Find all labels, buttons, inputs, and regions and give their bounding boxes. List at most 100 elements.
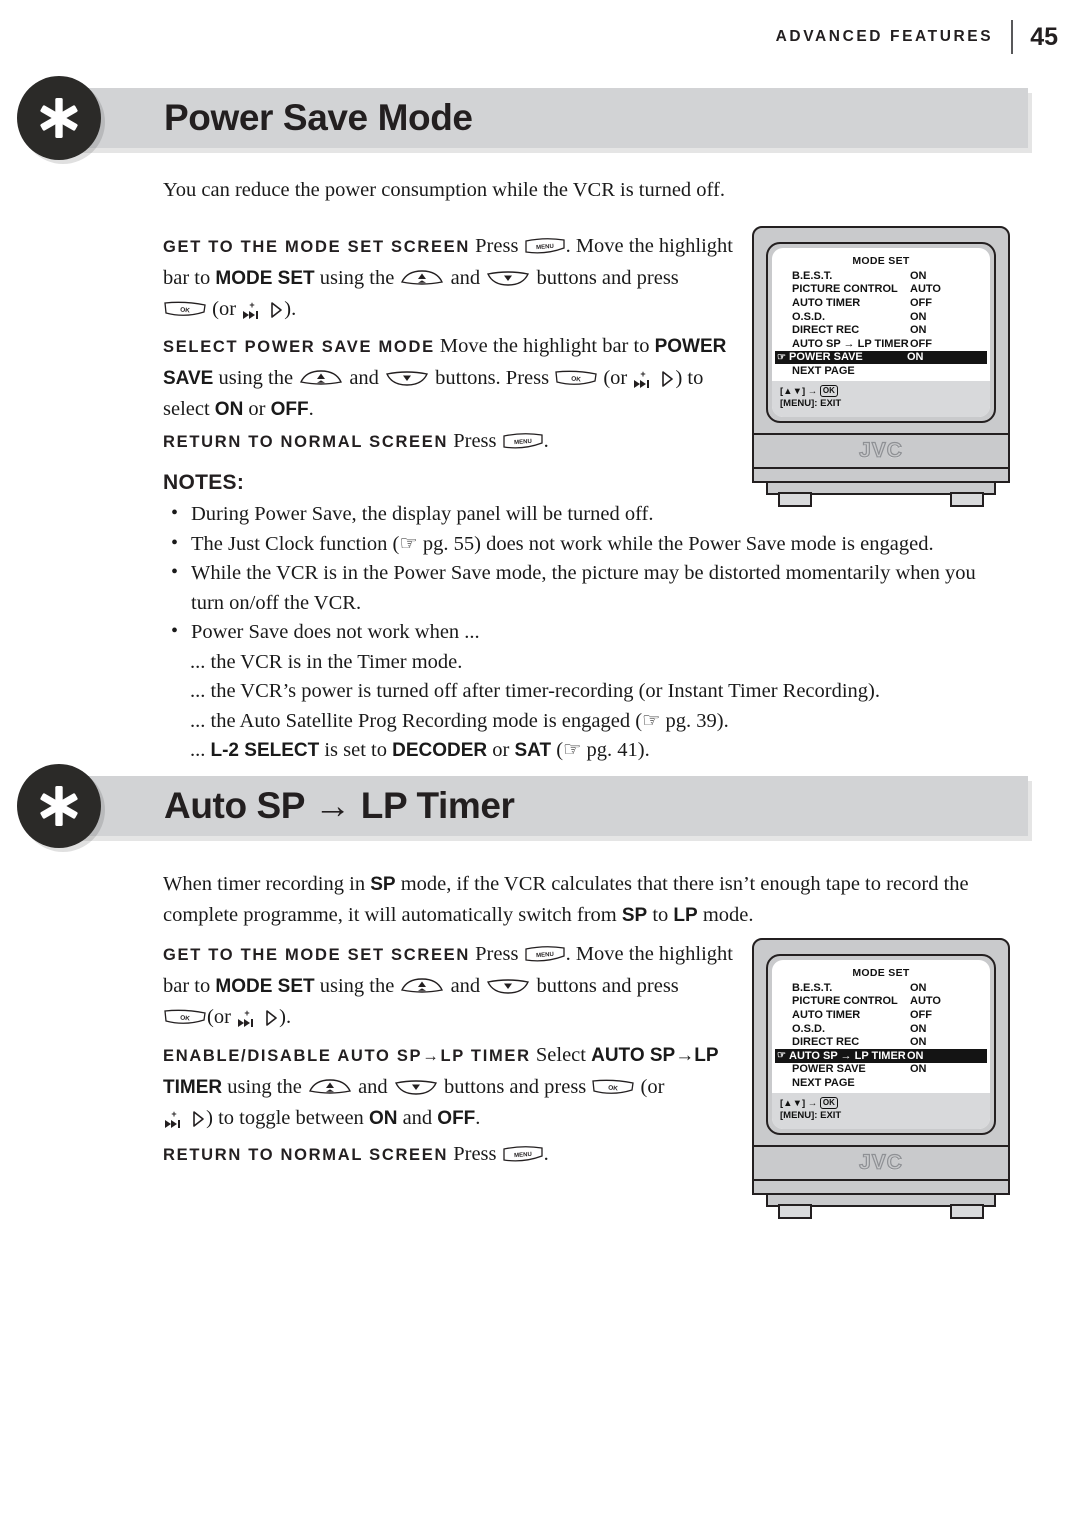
step-text: ) to toggle between bbox=[206, 1107, 364, 1129]
note-sub-item: ... the VCR’s power is turned off after … bbox=[190, 680, 880, 702]
step-label: GET TO THE MODE SET SCREEN bbox=[163, 238, 471, 256]
step-text: . bbox=[475, 1107, 481, 1129]
note-sub-item-l2-select: ... L-2 SELECT is set to DECODER or SAT … bbox=[190, 739, 650, 761]
step-label: ENABLE/DISABLE AUTO SP→LP TIMER bbox=[163, 1047, 531, 1065]
osd-row[interactable]: B.E.S.T. ON bbox=[778, 269, 984, 283]
svg-text:+: + bbox=[171, 1109, 176, 1119]
osd-row[interactable]: B.E.S.T. ON bbox=[778, 981, 984, 995]
section-title: Power Save Mode bbox=[164, 97, 473, 138]
ok-button-icon: OK bbox=[591, 1077, 635, 1097]
section-title: Auto SP → LP Timer bbox=[164, 785, 515, 826]
ok-badge: OK bbox=[819, 384, 838, 397]
tv-lower-panel bbox=[754, 466, 1008, 481]
osd-row[interactable]: NEXT PAGE bbox=[778, 364, 984, 378]
step-return-to-normal-screen-2: RETURN TO NORMAL SCREEN Press MENU. bbox=[163, 1139, 743, 1171]
tv-feet bbox=[752, 482, 1010, 507]
note-item: • While the VCR is in the Power Save mode… bbox=[163, 559, 1008, 618]
down-arrow-button-icon bbox=[485, 976, 531, 996]
ok-button-icon: OK bbox=[163, 1007, 207, 1027]
osd-row[interactable]: NEXT PAGE bbox=[778, 1076, 984, 1090]
osd-row[interactable]: PICTURE CONTROL AUTO bbox=[778, 283, 984, 297]
svg-text:MENU: MENU bbox=[536, 244, 554, 251]
step-text: using the bbox=[218, 367, 294, 389]
note-sub-item: ... the VCR is in the Timer mode. bbox=[190, 650, 463, 673]
note-item: • Power Save does not work when ... bbox=[163, 618, 1008, 648]
step-text: ). bbox=[284, 298, 297, 320]
osd-title: MODE SET bbox=[852, 255, 910, 267]
bold-sp: SP bbox=[370, 874, 396, 895]
down-arrow-button-icon bbox=[384, 368, 430, 388]
osd-row[interactable]: AUTO SP → LP TIMER OFF bbox=[778, 337, 984, 351]
bold-lp: LP bbox=[673, 905, 698, 926]
osd-row-selected[interactable]: ☞ POWER SAVE ON bbox=[775, 350, 987, 365]
step-text: (or bbox=[207, 1006, 231, 1028]
right-arrow-button-icon bbox=[268, 299, 284, 319]
step-text: using the bbox=[319, 975, 395, 997]
step-text: . bbox=[308, 398, 314, 420]
step-label: SELECT POWER SAVE MODE bbox=[163, 338, 435, 356]
pointing-hand-icon: ☞ bbox=[777, 1050, 786, 1062]
svg-text:+: + bbox=[250, 300, 255, 310]
skip-forward-button-icon: + bbox=[163, 1108, 185, 1128]
tv-screen-osd: MODE SET B.E.S.T. ON PICTURE CONTROL AUTO … bbox=[772, 248, 990, 417]
step-label: RETURN TO NORMAL SCREEN bbox=[163, 1146, 449, 1164]
running-head-section: ADVANCED FEATURES bbox=[775, 28, 994, 45]
bullet-icon: • bbox=[171, 620, 179, 642]
step-label: GET TO THE MODE SET SCREEN bbox=[163, 946, 471, 964]
ok-button-icon: OK bbox=[554, 368, 598, 388]
osd-row[interactable]: AUTO TIMER OFF bbox=[778, 1008, 984, 1022]
osd-row[interactable]: AUTO TIMER OFF bbox=[778, 296, 984, 310]
skip-forward-button-icon: + bbox=[236, 1007, 258, 1027]
down-arrow-button-icon bbox=[393, 1077, 439, 1097]
osd-title: MODE SET bbox=[852, 967, 910, 979]
tv-foot-right bbox=[950, 491, 984, 507]
up-arrow-button-icon bbox=[399, 976, 445, 996]
tv-feet bbox=[752, 1194, 1010, 1219]
osd-row[interactable]: DIRECT REC ON bbox=[778, 323, 984, 337]
step-text: (or bbox=[603, 367, 628, 389]
page-number: 45 bbox=[1030, 23, 1058, 51]
svg-text:OK: OK bbox=[180, 1015, 191, 1023]
osd-row[interactable]: O.S.D. ON bbox=[778, 310, 984, 324]
step-bold-off: OFF bbox=[270, 399, 309, 420]
tv-foot-left bbox=[778, 1203, 812, 1219]
osd-row[interactable]: DIRECT REC ON bbox=[778, 1035, 984, 1049]
step-bold-mode-set: MODE SET bbox=[215, 268, 315, 289]
step-text: and bbox=[450, 267, 481, 289]
osd-row[interactable]: POWER SAVE ON bbox=[778, 1063, 984, 1077]
bold-sat: SAT bbox=[514, 740, 552, 761]
step-text: Press bbox=[453, 430, 497, 452]
step-get-to-mode-set-screen-2: GET TO THE MODE SET SCREEN Press MENU. M… bbox=[163, 939, 743, 1033]
tv-brand-bar: JVC bbox=[754, 432, 1008, 467]
osd-row[interactable]: PICTURE CONTROL AUTO bbox=[778, 995, 984, 1009]
ok-button-icon: OK bbox=[163, 299, 207, 319]
notes-heading: NOTES: bbox=[163, 471, 245, 494]
step-bold-on: ON bbox=[368, 1108, 398, 1129]
step-text: ). bbox=[279, 1006, 292, 1028]
step-text: using the bbox=[227, 1076, 302, 1098]
step-select-power-save-mode: SELECT POWER SAVE MODE Move the highligh… bbox=[163, 331, 743, 425]
step-text: and bbox=[450, 975, 481, 997]
svg-text:+: + bbox=[641, 369, 646, 379]
notes-list: • During Power Save, the display panel wi… bbox=[163, 500, 1008, 766]
step-enable-disable-auto-sp-lp-timer: ENABLE/DISABLE AUTO SP→LP TIMER Select A… bbox=[163, 1040, 743, 1134]
ok-badge: OK bbox=[819, 1096, 838, 1109]
tv-foot-left bbox=[778, 491, 812, 507]
skip-forward-button-icon: + bbox=[632, 368, 654, 388]
up-arrow-button-icon bbox=[399, 268, 445, 288]
step-text: (or bbox=[640, 1076, 665, 1098]
osd-row-selected[interactable]: ☞ AUTO SP → LP TIMER ON bbox=[775, 1048, 987, 1063]
step-text: Select bbox=[535, 1044, 586, 1066]
section-2-lead: When timer recording in SP mode, if the … bbox=[163, 873, 969, 926]
jvc-logo: JVC bbox=[858, 1150, 903, 1174]
osd-row[interactable]: O.S.D. ON bbox=[778, 1022, 984, 1036]
step-text: buttons and press bbox=[443, 1076, 587, 1098]
step-text: using the bbox=[319, 267, 395, 289]
step-text: (or bbox=[212, 298, 237, 320]
asterisk-star-icon bbox=[17, 764, 101, 848]
step-text: buttons and press bbox=[536, 975, 679, 997]
skip-forward-button-icon: + bbox=[241, 299, 263, 319]
step-text: . bbox=[543, 1143, 549, 1165]
tv-brand-bar: JVC bbox=[754, 1144, 1008, 1179]
step-text: Press bbox=[475, 235, 519, 257]
